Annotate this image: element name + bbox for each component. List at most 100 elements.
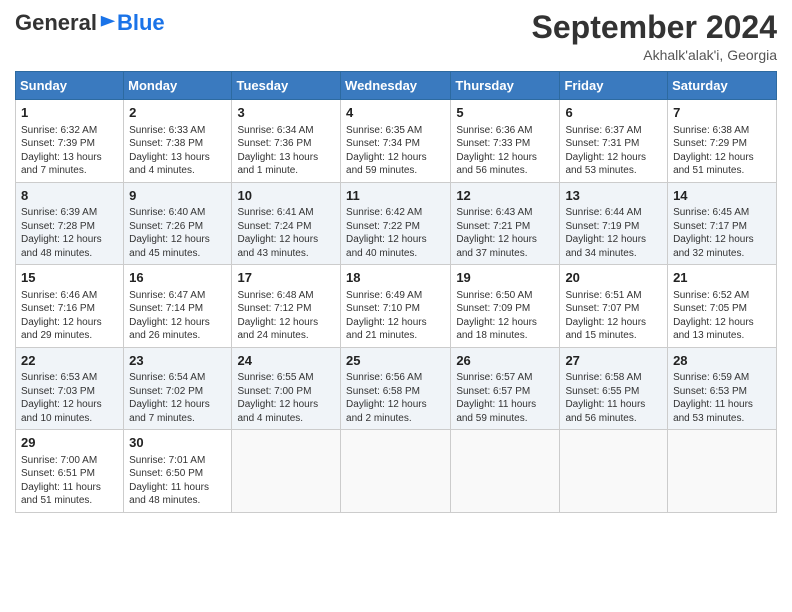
day-number: 3 [237, 104, 335, 122]
header-right: September 2024 Akhalk'alak'i, Georgia [532, 10, 777, 63]
day-number: 29 [21, 434, 118, 452]
day-info: Sunrise: 6:51 AM Sunset: 7:07 PM Dayligh… [565, 289, 662, 343]
calendar-cell: 3 Sunrise: 6:34 AM Sunset: 7:36 PM Daylig… [232, 100, 341, 183]
day-info: Sunrise: 6:57 AM Sunset: 6:57 PM Dayligh… [456, 371, 554, 425]
calendar-cell [451, 430, 560, 513]
day-number: 20 [565, 269, 662, 287]
calendar-row-3: 15 Sunrise: 6:46 AM Sunset: 7:16 PM Dayli… [16, 265, 777, 348]
calendar-cell: 26Sunrise: 6:57 AM Sunset: 6:57 PM Dayli… [451, 347, 560, 430]
day-info: Sunrise: 6:56 AM Sunset: 6:58 PM Dayligh… [346, 371, 445, 425]
day-number: 23 [129, 352, 226, 370]
calendar-cell: 29 Sunrise: 7:00 AM Sunset: 6:51 PM Dayli… [16, 430, 124, 513]
day-number: 19 [456, 269, 554, 287]
day-number: 7 [673, 104, 771, 122]
calendar-row-4: 22Sunrise: 6:53 AM Sunset: 7:03 PM Dayli… [16, 347, 777, 430]
day-info: Sunrise: 6:52 AM Sunset: 7:05 PM Dayligh… [673, 289, 771, 343]
day-info: Sunrise: 6:42 AM Sunset: 7:22 PM Dayligh… [346, 206, 445, 260]
day-info: Sunrise: 6:43 AM Sunset: 7:21 PM Dayligh… [456, 206, 554, 260]
day-info: Sunrise: 6:38 AM Sunset: 7:29 PM Dayligh… [673, 124, 771, 178]
day-number: 18 [346, 269, 445, 287]
day-number: 21 [673, 269, 771, 287]
day-info: Sunrise: 6:58 AM Sunset: 6:55 PM Dayligh… [565, 371, 662, 425]
logo-blue: Blue [117, 10, 165, 36]
calendar-cell: 21 Sunrise: 6:52 AM Sunset: 7:05 PM Dayli… [668, 265, 777, 348]
day-info: Sunrise: 6:37 AM Sunset: 7:31 PM Dayligh… [565, 124, 662, 178]
col-header-friday: Friday [560, 72, 668, 100]
calendar-cell: 10Sunrise: 6:41 AM Sunset: 7:24 PM Dayli… [232, 182, 341, 265]
calendar-cell: 28Sunrise: 6:59 AM Sunset: 6:53 PM Dayli… [668, 347, 777, 430]
calendar-cell [560, 430, 668, 513]
day-number: 1 [21, 104, 118, 122]
page: General Blue September 2024 Akhalk'alak'… [0, 0, 792, 612]
day-number: 15 [21, 269, 118, 287]
col-header-monday: Monday [124, 72, 232, 100]
calendar-cell: 12Sunrise: 6:43 AM Sunset: 7:21 PM Dayli… [451, 182, 560, 265]
day-number: 26 [456, 352, 554, 370]
day-info: Sunrise: 6:40 AM Sunset: 7:26 PM Dayligh… [129, 206, 226, 260]
col-header-sunday: Sunday [16, 72, 124, 100]
day-number: 16 [129, 269, 226, 287]
day-number: 17 [237, 269, 335, 287]
day-info: Sunrise: 6:44 AM Sunset: 7:19 PM Dayligh… [565, 206, 662, 260]
day-info: Sunrise: 6:54 AM Sunset: 7:02 PM Dayligh… [129, 371, 226, 425]
logo: General Blue [15, 10, 165, 36]
calendar-cell: 27Sunrise: 6:58 AM Sunset: 6:55 PM Dayli… [560, 347, 668, 430]
calendar-cell: 11Sunrise: 6:42 AM Sunset: 7:22 PM Dayli… [341, 182, 451, 265]
logo-flag-icon [99, 14, 117, 32]
day-info: Sunrise: 6:55 AM Sunset: 7:00 PM Dayligh… [237, 371, 335, 425]
month-title: September 2024 [532, 10, 777, 45]
calendar-cell: 25Sunrise: 6:56 AM Sunset: 6:58 PM Dayli… [341, 347, 451, 430]
calendar-cell: 15 Sunrise: 6:46 AM Sunset: 7:16 PM Dayli… [16, 265, 124, 348]
logo-general: General [15, 10, 97, 36]
day-info: Sunrise: 6:46 AM Sunset: 7:16 PM Dayligh… [21, 289, 118, 343]
calendar-row-1: 1 Sunrise: 6:32 AM Sunset: 7:39 PM Daylig… [16, 100, 777, 183]
day-number: 25 [346, 352, 445, 370]
day-info: Sunrise: 7:01 AM Sunset: 6:50 PM Dayligh… [129, 454, 226, 508]
calendar-cell: 20 Sunrise: 6:51 AM Sunset: 7:07 PM Dayli… [560, 265, 668, 348]
header: General Blue September 2024 Akhalk'alak'… [15, 10, 777, 63]
calendar-cell: 19 Sunrise: 6:50 AM Sunset: 7:09 PM Dayli… [451, 265, 560, 348]
day-info: Sunrise: 6:47 AM Sunset: 7:14 PM Dayligh… [129, 289, 226, 343]
calendar-cell: 4Sunrise: 6:35 AM Sunset: 7:34 PM Daylig… [341, 100, 451, 183]
col-header-thursday: Thursday [451, 72, 560, 100]
calendar-row-5: 29 Sunrise: 7:00 AM Sunset: 6:51 PM Dayli… [16, 430, 777, 513]
day-info: Sunrise: 6:34 AM Sunset: 7:36 PM Dayligh… [237, 124, 335, 178]
day-info: Sunrise: 6:59 AM Sunset: 6:53 PM Dayligh… [673, 371, 771, 425]
day-info: Sunrise: 6:36 AM Sunset: 7:33 PM Dayligh… [456, 124, 554, 178]
day-number: 4 [346, 104, 445, 122]
day-info: Sunrise: 7:00 AM Sunset: 6:51 PM Dayligh… [21, 454, 118, 508]
day-info: Sunrise: 6:50 AM Sunset: 7:09 PM Dayligh… [456, 289, 554, 343]
calendar-table: Sunday Monday Tuesday Wednesday Thursday… [15, 71, 777, 513]
day-number: 9 [129, 187, 226, 205]
calendar-cell: 16 Sunrise: 6:47 AM Sunset: 7:14 PM Dayli… [124, 265, 232, 348]
day-info: Sunrise: 6:41 AM Sunset: 7:24 PM Dayligh… [237, 206, 335, 260]
calendar-row-2: 8Sunrise: 6:39 AM Sunset: 7:28 PM Daylig… [16, 182, 777, 265]
day-number: 12 [456, 187, 554, 205]
calendar-cell: 7 Sunrise: 6:38 AM Sunset: 7:29 PM Daylig… [668, 100, 777, 183]
day-info: Sunrise: 6:48 AM Sunset: 7:12 PM Dayligh… [237, 289, 335, 343]
calendar-cell: 30 Sunrise: 7:01 AM Sunset: 6:50 PM Dayli… [124, 430, 232, 513]
day-number: 30 [129, 434, 226, 452]
day-info: Sunrise: 6:49 AM Sunset: 7:10 PM Dayligh… [346, 289, 445, 343]
day-number: 6 [565, 104, 662, 122]
day-number: 8 [21, 187, 118, 205]
day-number: 10 [237, 187, 335, 205]
day-number: 13 [565, 187, 662, 205]
calendar-cell: 23Sunrise: 6:54 AM Sunset: 7:02 PM Dayli… [124, 347, 232, 430]
calendar-cell: 14Sunrise: 6:45 AM Sunset: 7:17 PM Dayli… [668, 182, 777, 265]
calendar-cell: 2Sunrise: 6:33 AM Sunset: 7:38 PM Daylig… [124, 100, 232, 183]
col-header-saturday: Saturday [668, 72, 777, 100]
calendar-cell: 13Sunrise: 6:44 AM Sunset: 7:19 PM Dayli… [560, 182, 668, 265]
day-info: Sunrise: 6:33 AM Sunset: 7:38 PM Dayligh… [129, 124, 226, 178]
logo-text: General Blue [15, 10, 165, 36]
calendar-cell: 9Sunrise: 6:40 AM Sunset: 7:26 PM Daylig… [124, 182, 232, 265]
calendar-cell: 8Sunrise: 6:39 AM Sunset: 7:28 PM Daylig… [16, 182, 124, 265]
calendar-cell: 18 Sunrise: 6:49 AM Sunset: 7:10 PM Dayli… [341, 265, 451, 348]
calendar-cell: 6 Sunrise: 6:37 AM Sunset: 7:31 PM Daylig… [560, 100, 668, 183]
day-info: Sunrise: 6:45 AM Sunset: 7:17 PM Dayligh… [673, 206, 771, 260]
day-info: Sunrise: 6:32 AM Sunset: 7:39 PM Dayligh… [21, 124, 118, 178]
col-header-wednesday: Wednesday [341, 72, 451, 100]
calendar-cell [668, 430, 777, 513]
day-number: 22 [21, 352, 118, 370]
calendar-header-row: Sunday Monday Tuesday Wednesday Thursday… [16, 72, 777, 100]
